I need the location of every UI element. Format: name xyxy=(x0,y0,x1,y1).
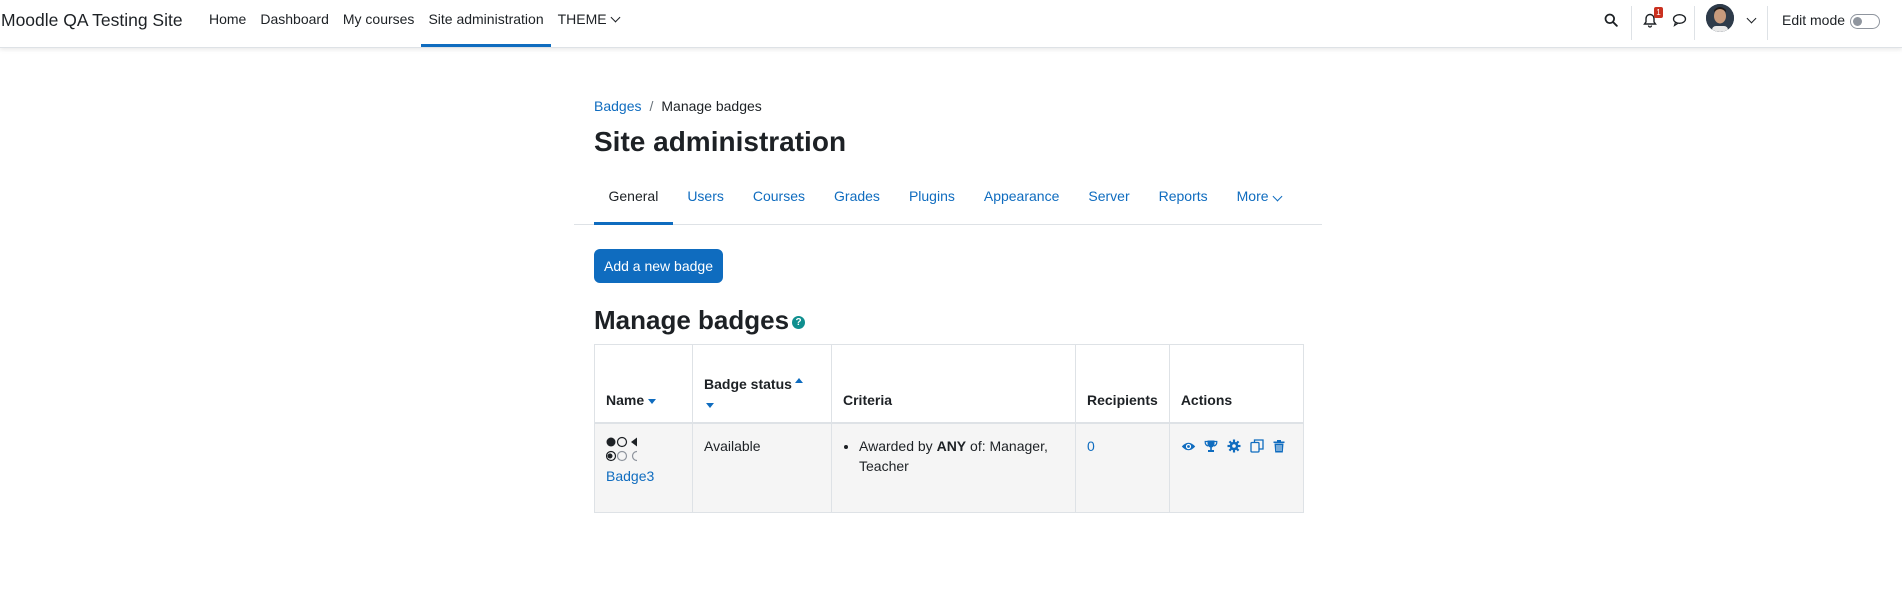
cell-actions xyxy=(1168,422,1304,513)
site-name[interactable]: Moodle QA Testing Site xyxy=(1,10,183,31)
chevron-down-icon[interactable] xyxy=(1746,13,1757,24)
tab-users[interactable]: Users xyxy=(673,176,739,225)
user-avatar[interactable] xyxy=(1706,4,1734,32)
navbar-divider xyxy=(1767,6,1768,40)
breadcrumb-current: Manage badges xyxy=(661,98,762,114)
edit-mode-toggle[interactable] xyxy=(1850,14,1880,29)
col-header-recipients: Recipients xyxy=(1075,344,1170,424)
search-icon[interactable] xyxy=(1603,11,1619,29)
breadcrumb: Badges / Manage badges xyxy=(594,98,762,114)
col-header-criteria: Criteria xyxy=(831,344,1076,424)
tab-plugins[interactable]: Plugins xyxy=(894,176,969,225)
trophy-icon[interactable] xyxy=(1204,436,1219,456)
criteria-item: Awarded by ANY of: Manager, Teacher xyxy=(859,436,1064,476)
cell-recipients: 0 xyxy=(1075,422,1170,513)
cell-criteria: Awarded by ANY of: Manager, Teacher xyxy=(831,422,1076,513)
breadcrumb-badges[interactable]: Badges xyxy=(594,98,641,114)
tab-courses[interactable]: Courses xyxy=(738,176,819,225)
tab-grades[interactable]: Grades xyxy=(820,176,895,225)
recipients-link[interactable]: 0 xyxy=(1087,438,1095,454)
tab-appearance[interactable]: Appearance xyxy=(969,176,1074,225)
notification-count-badge: 1 xyxy=(1654,7,1663,18)
chat-icon[interactable] xyxy=(1671,11,1687,29)
tab-server[interactable]: Server xyxy=(1074,176,1144,225)
tab-general[interactable]: General xyxy=(594,176,673,225)
col-header-name[interactable]: Name xyxy=(594,344,693,424)
tab-reports[interactable]: Reports xyxy=(1144,176,1222,225)
nav-theme[interactable]: THEME xyxy=(551,0,626,47)
nav-dashboard[interactable]: Dashboard xyxy=(253,0,336,47)
badge-image[interactable] xyxy=(605,436,681,466)
toggle-knob xyxy=(1853,17,1862,26)
cell-status: Available xyxy=(692,422,832,513)
badge-name-link[interactable]: Badge3 xyxy=(606,468,654,484)
table-header-row: Name Badge status Criteria Recipients Ac… xyxy=(594,344,1304,424)
chevron-down-icon xyxy=(610,12,621,23)
nav-home[interactable]: Home xyxy=(202,0,253,47)
secondary-navigation: General Users Courses Grades Plugins App… xyxy=(574,176,1322,225)
nav-my-courses[interactable]: My courses xyxy=(336,0,422,47)
chevron-down-icon xyxy=(1272,191,1282,202)
edit-mode-label: Edit mode xyxy=(1782,12,1846,28)
top-navbar: Moodle QA Testing Site Home Dashboard My… xyxy=(0,0,1902,48)
section-title: Manage badges ? xyxy=(594,305,806,336)
gear-icon[interactable] xyxy=(1227,436,1242,456)
col-header-actions: Actions xyxy=(1168,344,1304,424)
sort-desc-icon xyxy=(706,402,714,408)
help-icon[interactable]: ? xyxy=(792,316,806,329)
breadcrumb-separator: / xyxy=(649,98,654,114)
add-new-badge-button[interactable]: Add a new badge xyxy=(594,249,723,283)
nav-site-administration[interactable]: Site administration xyxy=(421,0,551,47)
page-title: Site administration xyxy=(594,126,847,157)
section-title-text: Manage badges xyxy=(594,305,790,335)
eye-icon[interactable] xyxy=(1181,436,1196,456)
navbar-divider xyxy=(1694,6,1695,40)
primary-navigation: Home Dashboard My courses Site administr… xyxy=(202,0,626,47)
badges-table: Name Badge status Criteria Recipients Ac… xyxy=(594,344,1304,513)
copy-icon[interactable] xyxy=(1250,436,1265,456)
navbar-divider xyxy=(1631,6,1632,40)
sort-asc-icon xyxy=(794,378,803,383)
tab-more-label: More xyxy=(1236,188,1269,204)
cell-name: Badge3 xyxy=(594,422,693,513)
col-header-badge-status[interactable]: Badge status xyxy=(692,344,832,424)
tab-more[interactable]: More xyxy=(1222,176,1295,225)
trash-icon[interactable] xyxy=(1273,436,1288,456)
table-row: Badge3 Available Awarded by ANY of: Mana… xyxy=(594,422,1304,513)
sort-desc-icon xyxy=(648,398,657,404)
